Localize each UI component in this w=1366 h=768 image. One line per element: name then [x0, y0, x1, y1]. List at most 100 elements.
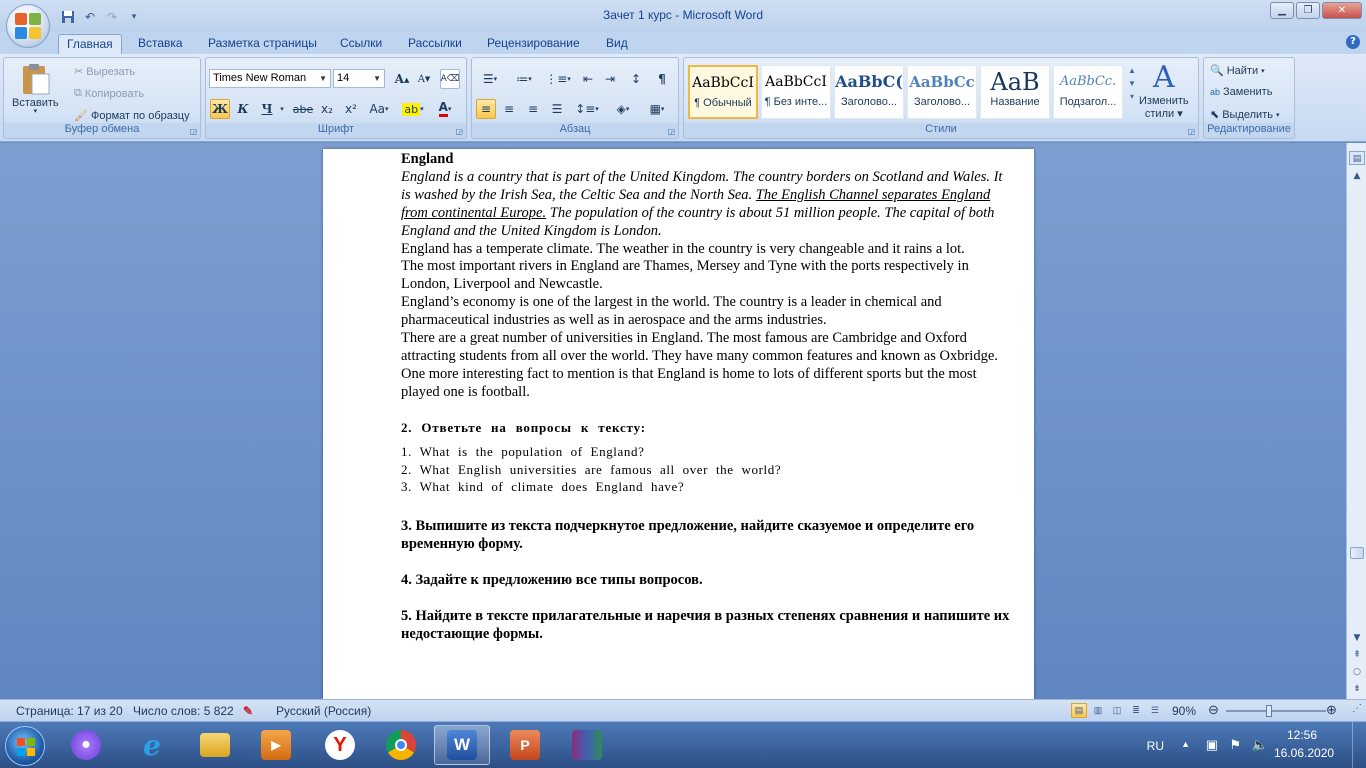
tab-mailings[interactable]: Рассылки: [400, 34, 470, 54]
devices-icon[interactable]: ▣: [1206, 737, 1218, 753]
highlight-color-button[interactable]: ab ▾: [398, 99, 428, 119]
line-spacing-icon[interactable]: ↕≡ ▾: [573, 99, 601, 119]
format-painter-button[interactable]: 🖌 Формат по образцу: [74, 109, 190, 123]
style-title[interactable]: AaB Название: [980, 65, 1050, 119]
full-screen-reading-icon[interactable]: ▥: [1090, 703, 1106, 718]
page-counter[interactable]: Страница: 17 из 20: [16, 704, 123, 718]
scrollbar-thumb[interactable]: [1350, 547, 1364, 559]
style-normal[interactable]: AaBbCcI ¶ Обычный: [688, 65, 758, 119]
office-button[interactable]: [6, 4, 50, 48]
tab-references[interactable]: Ссылки: [332, 34, 390, 54]
shrink-font-button[interactable]: A ▼: [414, 69, 434, 89]
web-layout-icon[interactable]: ◫: [1109, 703, 1125, 718]
change-case-button[interactable]: Aa ▾: [366, 99, 392, 119]
word-count[interactable]: Число слов: 5 822: [133, 704, 234, 718]
language-indicator-tray[interactable]: RU: [1147, 739, 1164, 753]
volume-icon[interactable]: 🔈: [1252, 737, 1268, 753]
show-desktop-button[interactable]: [1352, 722, 1366, 768]
borders-icon[interactable]: ▦ ▾: [643, 99, 671, 119]
align-center-icon[interactable]: ≡: [499, 99, 519, 119]
strikethrough-button[interactable]: abe: [293, 99, 314, 119]
style-subtitle[interactable]: AaBbCc. Подзагол...: [1053, 65, 1123, 119]
font-launcher-icon[interactable]: ◲: [455, 127, 463, 136]
styles-launcher-icon[interactable]: ◲: [1187, 127, 1195, 136]
style-no-spacing[interactable]: AaBbCcI ¶ Без инте...: [761, 65, 831, 119]
font-name-combo[interactable]: Times New Roman ▼: [209, 69, 331, 88]
zoom-out-icon[interactable]: ⊖: [1208, 702, 1219, 718]
zoom-slider-thumb[interactable]: [1266, 705, 1272, 717]
document-content[interactable]: England England is a country that is par…: [401, 151, 1013, 644]
taskbar-alice[interactable]: ●: [58, 725, 114, 765]
paste-button[interactable]: Вставить ▾: [12, 62, 59, 115]
copy-button[interactable]: ⧉ Копировать: [74, 87, 144, 100]
tab-review[interactable]: Рецензирование: [479, 34, 588, 54]
grow-font-button[interactable]: A ▲: [392, 69, 412, 89]
minimize-button[interactable]: ▁: [1270, 2, 1294, 19]
more-styles-icon[interactable]: ▾: [1130, 92, 1134, 101]
align-right-icon[interactable]: ≡: [523, 99, 543, 119]
find-button[interactable]: 🔍 Найти ▾: [1210, 64, 1265, 78]
draft-view-icon[interactable]: ☰: [1147, 703, 1163, 718]
language-indicator[interactable]: Русский (Россия): [276, 704, 371, 718]
zoom-slider[interactable]: [1226, 705, 1326, 717]
superscript-button[interactable]: x²: [341, 99, 361, 119]
styles-scroll[interactable]: ▲ ▼ ▾: [1125, 66, 1139, 101]
numbering-icon[interactable]: ≔ ▾: [510, 69, 538, 89]
taskbar-ie[interactable]: e: [124, 725, 180, 765]
decrease-indent-icon[interactable]: ⇤: [578, 69, 598, 89]
taskbar-winrar[interactable]: [559, 725, 615, 765]
sort-icon[interactable]: ↕: [626, 69, 646, 89]
print-layout-view-icon[interactable]: ▤: [1071, 703, 1087, 718]
change-styles-button[interactable]: A Изменить стили ▾: [1139, 61, 1189, 121]
help-icon[interactable]: ?: [1346, 35, 1360, 49]
align-left-icon[interactable]: ≡: [476, 99, 496, 119]
scroll-up-icon[interactable]: ▲: [1128, 66, 1136, 75]
document-page[interactable]: England England is a country that is par…: [323, 149, 1034, 699]
tab-page-layout[interactable]: Разметка страницы: [200, 34, 325, 54]
close-button[interactable]: ✕: [1322, 2, 1362, 19]
scroll-up-icon[interactable]: ▲: [1349, 169, 1365, 183]
replace-button[interactable]: ab Заменить: [1210, 86, 1272, 98]
tab-insert[interactable]: Вставка: [130, 34, 191, 54]
cut-button[interactable]: ✂ Вырезать: [74, 65, 135, 79]
underline-button[interactable]: Ч: [257, 99, 277, 119]
clipboard-launcher-icon[interactable]: ◲: [189, 127, 197, 136]
proofing-icon[interactable]: ✎: [243, 704, 253, 718]
bold-button[interactable]: Ж: [210, 99, 230, 119]
style-heading-1[interactable]: AaBbC( Заголово...: [834, 65, 904, 119]
font-size-combo[interactable]: 14 ▼: [333, 69, 385, 88]
taskbar-media-player[interactable]: ▶: [248, 725, 304, 765]
start-button[interactable]: [5, 726, 45, 766]
font-color-button[interactable]: A ▾: [430, 99, 460, 119]
subscript-button[interactable]: x₂: [317, 99, 337, 119]
previous-page-icon[interactable]: ⇞: [1349, 648, 1365, 662]
outline-view-icon[interactable]: ≣: [1128, 703, 1144, 718]
shading-icon[interactable]: ◈ ▾: [609, 99, 637, 119]
scroll-down-icon[interactable]: ▼: [1349, 631, 1365, 645]
multilevel-list-icon[interactable]: ⋮≡ ▾: [544, 69, 572, 89]
next-page-icon[interactable]: ⇟: [1349, 682, 1365, 696]
taskbar-word[interactable]: W: [434, 725, 490, 765]
scroll-down-icon[interactable]: ▼: [1128, 79, 1136, 88]
increase-indent-icon[interactable]: ⇥: [600, 69, 620, 89]
italic-button[interactable]: К: [233, 99, 253, 119]
underline-dropdown-icon[interactable]: ▾: [277, 99, 287, 119]
clear-format-icon[interactable]: A⌫: [440, 69, 460, 89]
taskbar-yandex[interactable]: Y: [312, 725, 368, 765]
pilcrow-icon[interactable]: ¶: [652, 69, 672, 89]
flag-icon[interactable]: ⚑: [1229, 737, 1241, 753]
clock[interactable]: 12:56 16.06.2020: [1274, 728, 1334, 760]
taskbar-powerpoint[interactable]: P: [497, 725, 553, 765]
select-browse-object-icon[interactable]: ○: [1349, 665, 1365, 679]
tab-home[interactable]: Главная: [58, 34, 122, 54]
ruler-toggle-icon[interactable]: ▤: [1349, 151, 1365, 165]
style-heading-2[interactable]: AaBbCc Заголово...: [907, 65, 977, 119]
taskbar-chrome[interactable]: [373, 725, 429, 765]
vertical-scrollbar[interactable]: ▤ ▲ ▼ ⇞ ○ ⇟: [1346, 143, 1366, 699]
zoom-level[interactable]: 90%: [1172, 704, 1196, 718]
zoom-in-icon[interactable]: ⊕: [1326, 702, 1337, 718]
maximize-button[interactable]: ❐: [1296, 2, 1320, 19]
paragraph-launcher-icon[interactable]: ◲: [667, 127, 675, 136]
justify-icon[interactable]: ☰: [547, 99, 567, 119]
taskbar-explorer[interactable]: [187, 725, 243, 765]
